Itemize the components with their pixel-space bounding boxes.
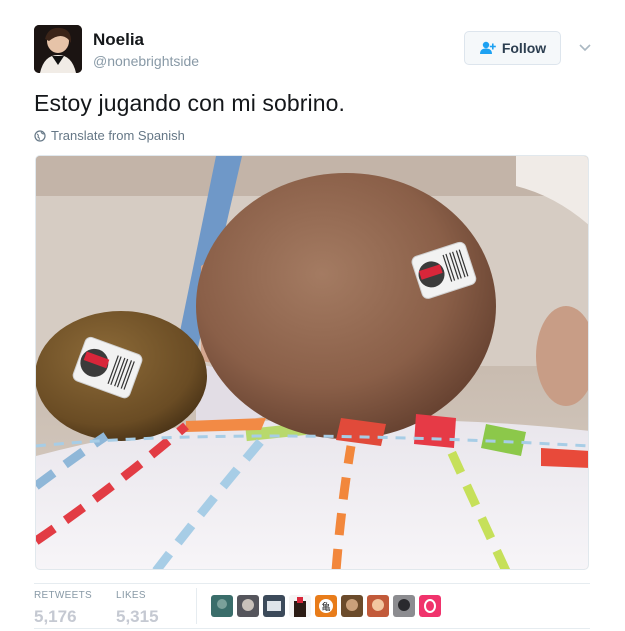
translate-label: Translate from Spanish: [51, 128, 185, 143]
avatar[interactable]: [34, 25, 82, 73]
likes-stat[interactable]: LIKES 5,315: [116, 590, 159, 627]
retweets-stat[interactable]: RETWEETS 5,176: [34, 590, 92, 627]
chevron-down-icon[interactable]: [577, 39, 593, 55]
liker-avatar-image: [341, 595, 363, 617]
follow-button[interactable]: Follow: [464, 31, 561, 65]
add-user-icon: [479, 41, 496, 54]
retweets-label: RETWEETS: [34, 590, 92, 601]
avatar-image: [34, 25, 82, 73]
stats-divider-top: [34, 583, 590, 584]
liker-avatars: 亀: [211, 595, 441, 617]
liker-avatar[interactable]: [263, 595, 285, 617]
liker-avatar-image: [419, 595, 441, 617]
liker-avatar[interactable]: [419, 595, 441, 617]
liker-avatar[interactable]: [367, 595, 389, 617]
liker-avatar-image: [211, 595, 233, 617]
photo-kiwi-and-baby-head: [36, 156, 588, 569]
liker-avatar-image: [367, 595, 389, 617]
liker-avatar[interactable]: [341, 595, 363, 617]
liker-avatar-image: [237, 595, 259, 617]
stats-separator: [196, 588, 197, 624]
follow-button-label: Follow: [501, 40, 547, 56]
svg-text:亀: 亀: [321, 601, 330, 613]
liker-avatar[interactable]: [237, 595, 259, 617]
translate-link[interactable]: Translate from Spanish: [34, 128, 185, 143]
user-handle[interactable]: @nonebrightside: [93, 53, 199, 69]
liker-avatar[interactable]: [393, 595, 415, 617]
liker-avatar[interactable]: [211, 595, 233, 617]
tweet-text: Estoy jugando con mi sobrino.: [34, 90, 346, 116]
likes-count: 5,315: [116, 607, 159, 626]
user-name[interactable]: Noelia: [93, 30, 144, 50]
retweets-count: 5,176: [34, 607, 77, 626]
liker-avatar[interactable]: 亀: [315, 595, 337, 617]
liker-avatar-image: [263, 595, 285, 617]
tweet-photo[interactable]: [35, 155, 589, 570]
liker-avatar-image: 亀: [315, 595, 337, 617]
stats-divider-bottom: [34, 628, 590, 629]
likes-label: LIKES: [116, 590, 146, 601]
liker-avatar-image: [289, 595, 311, 617]
liker-avatar-image: [393, 595, 415, 617]
globe-icon: [34, 129, 46, 142]
liker-avatar[interactable]: [289, 595, 311, 617]
